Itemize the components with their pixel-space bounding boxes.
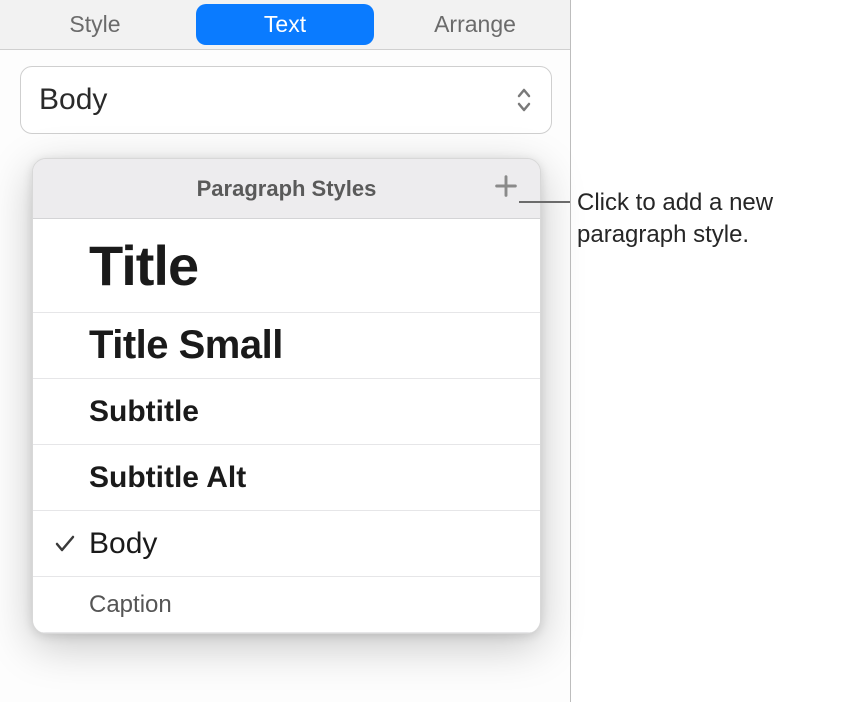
style-item-label: Caption: [89, 591, 172, 619]
chevron-up-down-icon: [513, 86, 535, 114]
style-item-caption[interactable]: Caption: [33, 577, 540, 633]
style-item-label: Subtitle: [89, 395, 199, 429]
tab-text[interactable]: Text: [190, 0, 380, 49]
tab-text-label: Text: [264, 11, 306, 38]
style-item-label: Subtitle Alt: [89, 461, 246, 495]
style-item-label: Body: [89, 527, 157, 561]
paragraph-style-selector[interactable]: Body: [20, 66, 552, 134]
inspector-panel: Style Text Arrange Body Paragraph Styles: [0, 0, 571, 702]
inspector-tabs: Style Text Arrange: [0, 0, 570, 50]
style-selector-wrap: Body: [0, 50, 570, 150]
tab-style-label: Style: [69, 11, 120, 38]
add-paragraph-style-button[interactable]: [490, 173, 522, 205]
paragraph-style-value: Body: [39, 83, 107, 117]
style-item-title-small[interactable]: Title Small: [33, 313, 540, 379]
tab-style[interactable]: Style: [0, 0, 190, 49]
paragraph-styles-popover: Paragraph Styles Title Title Small Subtitl…: [32, 158, 541, 634]
checkmark-icon: [53, 532, 77, 556]
callout-line-2: paragraph style.: [577, 219, 773, 251]
popover-header: Paragraph Styles: [33, 159, 540, 219]
style-list: Title Title Small Subtitle Subtitle Alt Body…: [33, 219, 540, 633]
style-item-label: Title: [89, 233, 198, 298]
style-item-title[interactable]: Title: [33, 219, 540, 313]
tab-arrange[interactable]: Arrange: [380, 0, 570, 49]
callout-line-1: Click to add a new: [577, 187, 773, 219]
tab-arrange-label: Arrange: [434, 11, 516, 38]
style-item-subtitle[interactable]: Subtitle: [33, 379, 540, 445]
callout-leader-line: [519, 201, 570, 203]
plus-icon: [492, 172, 520, 205]
popover-title: Paragraph Styles: [197, 176, 377, 202]
callout-text: Click to add a new paragraph style.: [577, 187, 773, 252]
style-item-label: Title Small: [89, 323, 283, 368]
style-item-subtitle-alt[interactable]: Subtitle Alt: [33, 445, 540, 511]
style-item-body[interactable]: Body: [33, 511, 540, 577]
